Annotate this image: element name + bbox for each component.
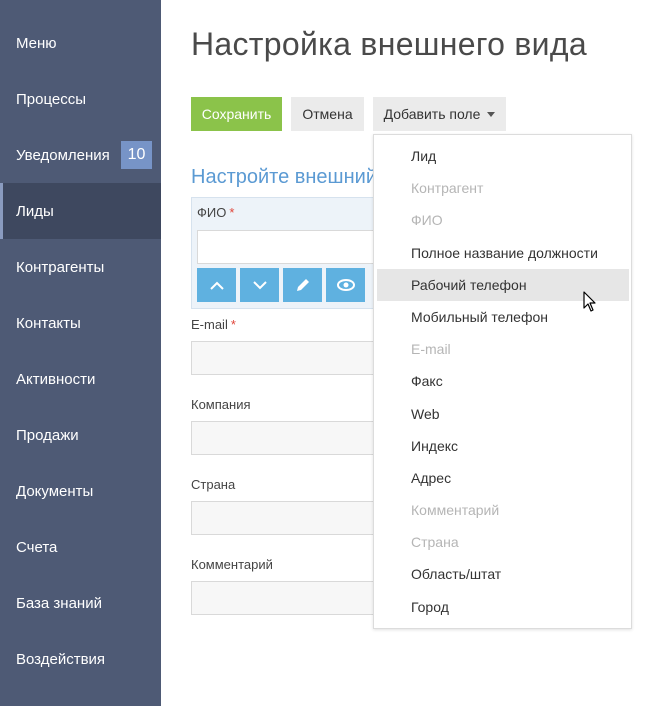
dropdown-item-region[interactable]: Область/штат — [377, 558, 629, 590]
edit-field-button[interactable] — [283, 268, 322, 302]
required-marker: * — [229, 205, 235, 220]
sidebar: Меню Процессы Уведомления 10 Лиды Контра… — [0, 0, 161, 706]
dropdown-item-address[interactable]: Адрес — [377, 462, 629, 494]
comment-input[interactable] — [191, 581, 377, 615]
section-title: Настройте внешний вид — [191, 166, 377, 188]
chevron-down-icon — [252, 280, 267, 289]
sidebar-item-notifications[interactable]: Уведомления 10 — [0, 127, 161, 183]
sidebar-item-leads[interactable]: Лиды — [0, 183, 161, 239]
sidebar-item-processes[interactable]: Процессы — [0, 71, 161, 127]
required-marker: * — [230, 317, 236, 332]
field-label-comment: Комментарий — [191, 557, 273, 572]
add-field-label: Добавить поле — [383, 106, 481, 122]
sidebar-item-label: Документы — [16, 482, 94, 500]
sidebar-item-invoices[interactable]: Счета — [0, 519, 161, 575]
sidebar-item-label: Процессы — [16, 90, 87, 108]
move-down-button[interactable] — [240, 268, 279, 302]
field-label-company: Компания — [191, 397, 251, 412]
sidebar-item-campaigns[interactable]: Воздействия — [0, 631, 161, 687]
dropdown-item-web[interactable]: Web — [377, 398, 629, 430]
sidebar-item-label: Воздействия — [16, 650, 106, 668]
field-label-country: Страна — [191, 477, 236, 492]
company-input[interactable] — [191, 421, 377, 455]
sidebar-item-label: Активности — [16, 370, 96, 388]
dropdown-item-email: E-mail — [411, 341, 451, 357]
sidebar-item-label: База знаний — [16, 594, 102, 612]
pencil-icon — [296, 279, 309, 291]
sidebar-item-sales[interactable]: Продажи — [0, 407, 161, 463]
dropdown-item-account: Контрагент — [411, 180, 484, 196]
dropdown-item-lead[interactable]: Лид — [377, 140, 629, 172]
sidebar-item-label: Продажи — [16, 426, 79, 444]
page-title: Настройка внешнего вида — [191, 26, 587, 62]
add-field-button[interactable]: Добавить поле — [373, 97, 506, 131]
dropdown-item-fio: ФИО — [411, 212, 443, 228]
add-field-dropdown: Лид Контрагент ФИО Полное название должн… — [373, 134, 632, 629]
dropdown-item-city[interactable]: Город — [377, 591, 629, 623]
eye-icon — [336, 279, 355, 291]
email-input[interactable] — [191, 341, 377, 375]
mouse-pointer-icon — [583, 291, 596, 312]
sidebar-item-menu[interactable]: Меню — [0, 15, 161, 71]
sidebar-item-documents[interactable]: Документы — [0, 463, 161, 519]
field-label-text: ФИО — [197, 205, 227, 220]
sidebar-item-label: Контакты — [16, 314, 81, 332]
sidebar-item-label: Лиды — [16, 202, 54, 220]
sidebar-item-label: Счета — [16, 538, 58, 556]
toggle-visibility-button[interactable] — [326, 268, 365, 302]
save-button[interactable]: Сохранить — [191, 97, 282, 131]
dropdown-item-fax[interactable]: Факс — [377, 365, 629, 397]
caret-down-icon — [487, 111, 496, 117]
country-input[interactable] — [191, 501, 377, 535]
field-label-email: E-mail * — [191, 317, 236, 332]
cancel-button[interactable]: Отмена — [291, 97, 364, 131]
sidebar-item-label: Контрагенты — [16, 258, 105, 276]
sidebar-item-accounts[interactable]: Контрагенты — [0, 239, 161, 295]
dropdown-item-zip[interactable]: Индекс — [377, 430, 629, 462]
move-up-button[interactable] — [197, 268, 236, 302]
sidebar-item-activities[interactable]: Активности — [0, 351, 161, 407]
dropdown-item-comment: Комментарий — [411, 502, 500, 518]
sidebar-item-knowledge-base[interactable]: База знаний — [0, 575, 161, 631]
dropdown-item-country: Страна — [411, 534, 459, 550]
chevron-up-icon — [209, 281, 224, 290]
field-label-fio: ФИО * — [197, 205, 234, 220]
sidebar-item-label: Меню — [16, 34, 57, 52]
sidebar-item-label: Уведомления — [16, 146, 110, 164]
fio-input[interactable] — [197, 230, 377, 264]
sidebar-item-contacts[interactable]: Контакты — [0, 295, 161, 351]
field-label-text: E-mail — [191, 317, 228, 332]
notification-count-badge: 10 — [121, 141, 152, 169]
dropdown-item-job-title[interactable]: Полное название должности — [377, 237, 629, 269]
